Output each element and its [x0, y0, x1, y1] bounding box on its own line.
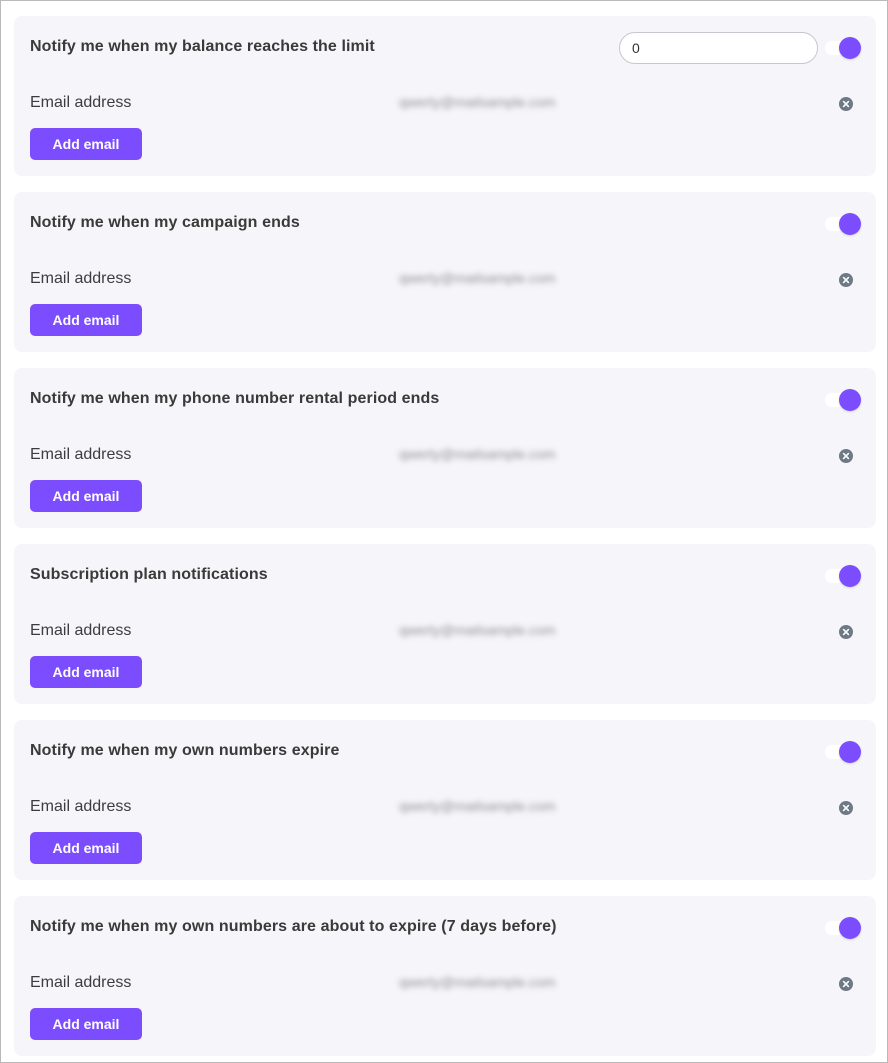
email-address-value: qwerty@mailsample.com	[399, 446, 556, 462]
notification-card-rental-period-ends: Notify me when my phone number rental pe…	[14, 368, 876, 528]
card-title: Notify me when my campaign ends	[30, 214, 300, 231]
add-email-button[interactable]: Add email	[30, 128, 142, 160]
card-title: Subscription plan notifications	[30, 566, 268, 583]
notification-card-own-numbers-about-to-expire: Notify me when my own numbers are about …	[14, 896, 876, 1056]
notification-toggle[interactable]	[825, 741, 861, 763]
notification-card-own-numbers-expire: Notify me when my own numbers expire Ema…	[14, 720, 876, 880]
card-title: Notify me when my own numbers are about …	[30, 918, 557, 935]
notification-settings-panel: Notify me when my balance reaches the li…	[0, 0, 888, 1063]
email-address-label: Email address	[30, 94, 132, 111]
email-address-label: Email address	[30, 622, 132, 639]
email-address-label: Email address	[30, 974, 132, 991]
add-email-button[interactable]: Add email	[30, 1008, 142, 1040]
email-address-label: Email address	[30, 270, 132, 287]
notification-toggle[interactable]	[825, 389, 861, 411]
card-title: Notify me when my own numbers expire	[30, 742, 340, 759]
toggle-knob	[839, 741, 861, 763]
email-address-label: Email address	[30, 798, 132, 815]
email-address-value: qwerty@mailsample.com	[399, 622, 556, 638]
notification-toggle[interactable]	[825, 917, 861, 939]
email-address-value: qwerty@mailsample.com	[399, 270, 556, 286]
add-email-button[interactable]: Add email	[30, 832, 142, 864]
add-email-button[interactable]: Add email	[30, 304, 142, 336]
notification-card-balance-limit: Notify me when my balance reaches the li…	[14, 16, 876, 176]
add-email-button[interactable]: Add email	[30, 480, 142, 512]
close-circle-icon[interactable]	[839, 273, 853, 287]
notification-toggle[interactable]	[825, 213, 861, 235]
toggle-knob	[839, 37, 861, 59]
card-title: Notify me when my balance reaches the li…	[30, 38, 375, 55]
close-circle-icon[interactable]	[839, 97, 853, 111]
toggle-knob	[839, 565, 861, 587]
notification-card-subscription-plan: Subscription plan notifications Email ad…	[14, 544, 876, 704]
notification-toggle[interactable]	[825, 37, 861, 59]
email-address-value: qwerty@mailsample.com	[399, 798, 556, 814]
add-email-button[interactable]: Add email	[30, 656, 142, 688]
email-address-value: qwerty@mailsample.com	[399, 974, 556, 990]
toggle-knob	[839, 389, 861, 411]
close-circle-icon[interactable]	[839, 977, 853, 991]
notification-card-campaign-ends: Notify me when my campaign ends Email ad…	[14, 192, 876, 352]
card-title: Notify me when my phone number rental pe…	[30, 390, 440, 407]
close-circle-icon[interactable]	[839, 625, 853, 639]
notification-toggle[interactable]	[825, 565, 861, 587]
email-address-label: Email address	[30, 446, 132, 463]
toggle-knob	[839, 213, 861, 235]
balance-limit-input[interactable]	[619, 32, 818, 64]
close-circle-icon[interactable]	[839, 801, 853, 815]
toggle-knob	[839, 917, 861, 939]
email-address-value: qwerty@mailsample.com	[399, 94, 556, 110]
close-circle-icon[interactable]	[839, 449, 853, 463]
